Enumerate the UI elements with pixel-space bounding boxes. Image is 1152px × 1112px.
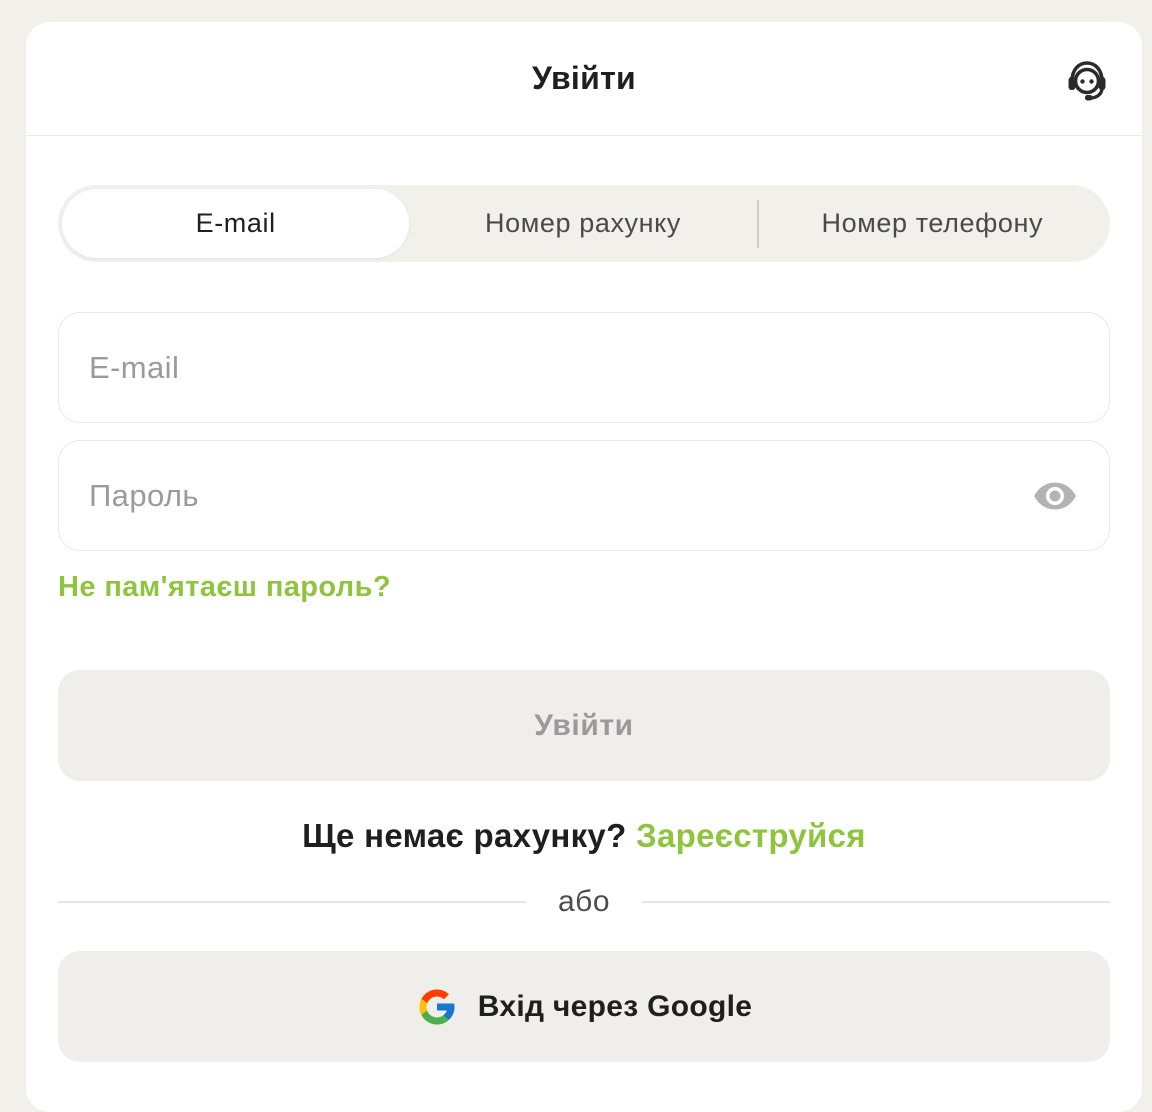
or-label: або	[557, 885, 611, 918]
tab-phone-number[interactable]: Номер телефону	[759, 189, 1106, 258]
signup-prompt-text: Ще немає рахунку?	[302, 817, 627, 854]
or-divider: або	[58, 885, 1110, 919]
forgot-password-link[interactable]: Не пам'ятаєш пароль?	[58, 571, 391, 604]
signup-prompt: Ще немає рахунку? Зареєструйся	[58, 817, 1110, 855]
eye-icon	[1034, 482, 1076, 509]
page-title: Увійти	[531, 60, 637, 96]
login-card: Увійти E-mail Номер рахунку Номер телефо…	[26, 22, 1142, 1112]
headset-icon	[1068, 61, 1106, 101]
email-field[interactable]	[89, 349, 1079, 386]
login-method-tabs: E-mail Номер рахунку Номер телефону	[58, 185, 1110, 262]
form-body: E-mail Номер рахунку Номер телефону Не п…	[26, 185, 1142, 1062]
login-button[interactable]: Увійти	[58, 670, 1110, 781]
support-button[interactable]	[1062, 55, 1112, 105]
password-field-container	[58, 440, 1110, 551]
google-login-label: Вхід через Google	[477, 989, 753, 1023]
signup-link[interactable]: Зареєструйся	[636, 817, 866, 854]
tab-account-number[interactable]: Номер рахунку	[409, 189, 756, 258]
google-icon	[419, 989, 455, 1024]
header: Увійти	[26, 22, 1142, 136]
google-login-button[interactable]: Вхід через Google	[58, 951, 1110, 1062]
tab-email[interactable]: E-mail	[62, 189, 410, 258]
password-field[interactable]	[89, 477, 1079, 514]
divider-line-left	[58, 901, 526, 903]
email-field-container	[58, 312, 1110, 423]
toggle-password-visibility-button[interactable]	[1031, 478, 1079, 514]
divider-line-right	[642, 901, 1110, 903]
